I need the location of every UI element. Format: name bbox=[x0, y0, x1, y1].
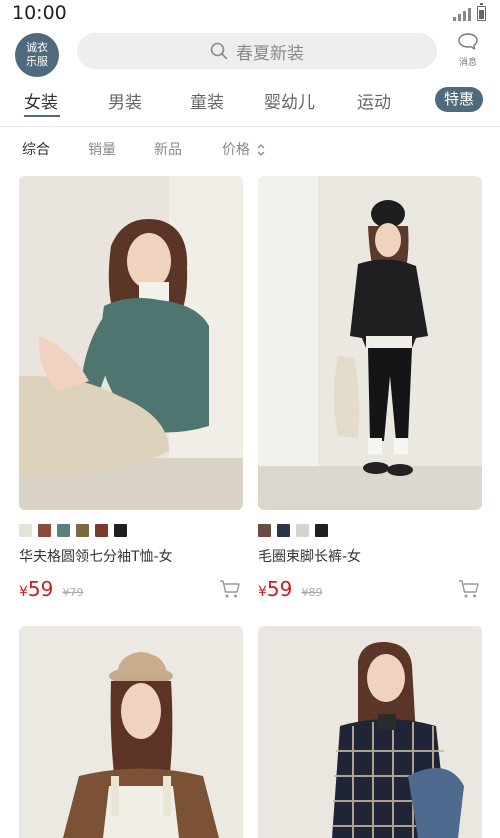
product-photo-image bbox=[19, 176, 243, 510]
color-swatch[interactable] bbox=[19, 524, 32, 537]
price: ¥59 bbox=[19, 577, 53, 601]
message-button[interactable]: 消息 bbox=[451, 32, 485, 68]
tab-men[interactable]: 男装 bbox=[108, 88, 142, 113]
brand-logo[interactable]: 诚衣 乐服 bbox=[15, 33, 59, 77]
status-bar: 10:00 bbox=[0, 0, 500, 28]
search-placeholder: 春夏新装 bbox=[236, 43, 304, 64]
color-swatch[interactable] bbox=[114, 524, 127, 537]
product-card[interactable]: 毛圈束脚长裤-女 ¥59 ¥89 bbox=[258, 176, 482, 601]
logo-line-1: 诚衣 bbox=[26, 41, 48, 54]
product-photo-image bbox=[258, 176, 482, 510]
product-card[interactable] bbox=[19, 626, 243, 838]
product-photo[interactable] bbox=[258, 176, 482, 510]
price-value: 59 bbox=[27, 577, 54, 601]
status-icons bbox=[453, 3, 486, 21]
sort-price[interactable]: 价格 bbox=[222, 139, 266, 159]
color-swatch[interactable] bbox=[315, 524, 328, 537]
sort-sales[interactable]: 销量 bbox=[88, 139, 116, 159]
battery-icon bbox=[477, 3, 486, 21]
cart-icon[interactable] bbox=[219, 579, 241, 599]
price-symbol: ¥ bbox=[19, 584, 28, 600]
cart-icon[interactable] bbox=[458, 579, 480, 599]
color-swatch[interactable] bbox=[38, 524, 51, 537]
product-card[interactable]: 华夫格圆领七分袖T恤-女 ¥59 ¥79 bbox=[19, 176, 243, 601]
sort-arrows-icon bbox=[257, 144, 265, 156]
message-icon bbox=[458, 33, 478, 50]
active-tab-indicator bbox=[24, 115, 60, 117]
divider bbox=[0, 126, 500, 127]
color-swatch[interactable] bbox=[76, 524, 89, 537]
original-price: ¥89 bbox=[301, 586, 323, 599]
price: ¥59 bbox=[258, 577, 292, 601]
product-photo[interactable] bbox=[19, 176, 243, 510]
sort-new[interactable]: 新品 bbox=[154, 139, 182, 159]
sort-price-label: 价格 bbox=[222, 142, 250, 158]
category-tabs: 女装 男装 童装 婴幼儿 运动 特惠 bbox=[0, 84, 500, 120]
message-label: 消息 bbox=[458, 58, 477, 68]
product-photo[interactable] bbox=[258, 626, 482, 838]
price-row: ¥59 ¥89 bbox=[258, 577, 482, 601]
price-row: ¥59 ¥79 bbox=[19, 577, 243, 601]
product-name[interactable]: 毛圈束脚长裤-女 bbox=[258, 546, 482, 565]
product-name[interactable]: 华夫格圆领七分袖T恤-女 bbox=[19, 546, 243, 565]
search-icon bbox=[210, 42, 228, 60]
tab-sale[interactable]: 特惠 bbox=[435, 87, 483, 112]
original-price: ¥79 bbox=[62, 586, 84, 599]
color-swatch[interactable] bbox=[258, 524, 271, 537]
sort-overall[interactable]: 综合 bbox=[22, 139, 50, 159]
product-photo-image bbox=[19, 626, 243, 838]
tab-baby[interactable]: 婴幼儿 bbox=[264, 88, 315, 113]
tab-sports[interactable]: 运动 bbox=[357, 88, 391, 113]
tab-women[interactable]: 女装 bbox=[24, 88, 58, 113]
price-symbol: ¥ bbox=[258, 584, 267, 600]
price-value: 59 bbox=[266, 577, 293, 601]
color-swatch[interactable] bbox=[57, 524, 70, 537]
color-swatch[interactable] bbox=[296, 524, 309, 537]
search-bar[interactable]: 春夏新装 bbox=[77, 33, 437, 69]
tab-kids[interactable]: 童装 bbox=[190, 88, 224, 113]
color-swatches bbox=[258, 524, 482, 537]
color-swatch[interactable] bbox=[95, 524, 108, 537]
product-card[interactable] bbox=[258, 626, 482, 838]
signal-icon bbox=[453, 7, 471, 21]
status-time: 10:00 bbox=[12, 2, 67, 24]
color-swatches bbox=[19, 524, 243, 537]
product-photo[interactable] bbox=[19, 626, 243, 838]
logo-line-2: 乐服 bbox=[26, 55, 48, 68]
color-swatch[interactable] bbox=[277, 524, 290, 537]
product-photo-image bbox=[258, 626, 482, 838]
